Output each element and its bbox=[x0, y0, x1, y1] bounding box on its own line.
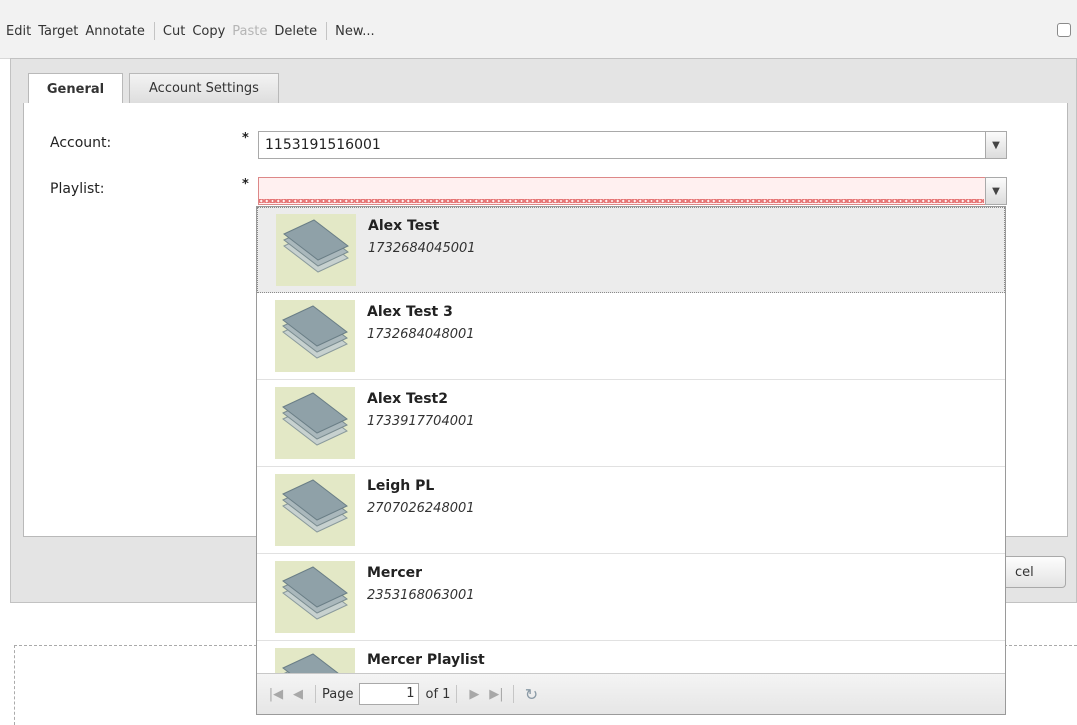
page-number-input[interactable]: 1 bbox=[359, 683, 420, 705]
last-page-icon[interactable]: ▶| bbox=[485, 687, 507, 702]
stacked-layers-icon bbox=[275, 387, 355, 459]
account-label: Account: bbox=[50, 135, 112, 151]
toolbar-checkbox[interactable] bbox=[1057, 23, 1071, 37]
cut-button[interactable]: Cut bbox=[163, 24, 185, 39]
playlist-id: 2353168063001 bbox=[367, 588, 475, 603]
playlist-list: Alex Test 1732684045001 Alex Test 3 1732… bbox=[257, 207, 1005, 673]
playlist-id: 1733917704001 bbox=[367, 414, 475, 429]
account-required-marker: * bbox=[242, 131, 249, 146]
playlist-id: 1732684048001 bbox=[367, 327, 475, 342]
first-page-icon[interactable]: |◀ bbox=[265, 687, 287, 702]
playlist-name: Alex Test bbox=[368, 218, 440, 234]
stacked-layers-icon bbox=[275, 474, 355, 546]
account-chevron-down-icon[interactable]: ▼ bbox=[985, 131, 1007, 159]
tab-general[interactable]: General bbox=[28, 73, 123, 104]
annotate-button[interactable]: Annotate bbox=[85, 24, 144, 39]
toolbar-items: Edit Target Annotate Cut Copy Paste Dele… bbox=[6, 22, 382, 40]
list-item[interactable]: Leigh PL 2707026248001 bbox=[257, 468, 1005, 554]
playlist-name: Alex Test2 bbox=[367, 391, 448, 407]
toolbar: Edit Target Annotate Cut Copy Paste Dele… bbox=[0, 0, 1077, 59]
playlist-name: Mercer Playlist bbox=[367, 652, 485, 668]
playlist-chevron-down-icon[interactable]: ▼ bbox=[985, 177, 1007, 205]
playlist-id: 1732684045001 bbox=[368, 241, 476, 256]
list-item[interactable]: Alex Test 1732684045001 bbox=[257, 207, 1005, 293]
prev-page-icon[interactable]: ◀ bbox=[287, 687, 309, 702]
list-item[interactable]: Mercer 2353168063001 bbox=[257, 555, 1005, 641]
copy-button[interactable]: Copy bbox=[192, 24, 225, 39]
playlist-name: Mercer bbox=[367, 565, 423, 581]
playlist-name: Leigh PL bbox=[367, 478, 435, 494]
pager-separator bbox=[315, 685, 316, 703]
playlist-combobox[interactable]: ▼ bbox=[258, 177, 1007, 205]
playlist-required-marker: * bbox=[242, 177, 249, 192]
page-label: Page bbox=[322, 686, 354, 702]
pagination-toolbar: |◀ ◀ Page 1 of 1 ▶ ▶| ↻ bbox=[257, 673, 1005, 714]
edit-button[interactable]: Edit bbox=[6, 24, 31, 39]
paste-button[interactable]: Paste bbox=[232, 24, 267, 39]
list-item[interactable]: Mercer Playlist bbox=[257, 642, 1005, 673]
toolbar-separator bbox=[153, 22, 155, 40]
tab-strip: General Account Settings bbox=[23, 69, 1068, 104]
playlist-dropdown: Alex Test 1732684045001 Alex Test 3 1732… bbox=[256, 206, 1006, 715]
stacked-layers-icon bbox=[275, 561, 355, 633]
target-button[interactable]: Target bbox=[38, 24, 78, 39]
next-page-icon[interactable]: ▶ bbox=[463, 687, 485, 702]
stacked-layers-icon bbox=[275, 648, 355, 673]
delete-button[interactable]: Delete bbox=[274, 24, 317, 39]
page-count: of 1 bbox=[425, 686, 451, 702]
playlist-name: Alex Test 3 bbox=[367, 304, 453, 320]
playlist-label: Playlist: bbox=[50, 181, 105, 197]
stacked-layers-icon bbox=[276, 214, 356, 286]
stacked-layers-icon bbox=[275, 300, 355, 372]
refresh-icon[interactable]: ↻ bbox=[520, 685, 542, 704]
list-item[interactable]: Alex Test 3 1732684048001 bbox=[257, 294, 1005, 380]
list-item[interactable]: Alex Test2 1733917704001 bbox=[257, 381, 1005, 467]
playlist-id: 2707026248001 bbox=[367, 501, 475, 516]
account-value: 1153191516001 bbox=[265, 137, 381, 153]
pager-separator bbox=[456, 685, 458, 703]
account-combobox[interactable]: 1153191516001 ▼ bbox=[258, 131, 1007, 159]
invalid-underline bbox=[259, 199, 984, 203]
pager-separator bbox=[513, 685, 515, 703]
new-button[interactable]: New... bbox=[335, 24, 375, 39]
tab-account-settings[interactable]: Account Settings bbox=[129, 73, 279, 103]
toolbar-separator bbox=[326, 22, 328, 40]
